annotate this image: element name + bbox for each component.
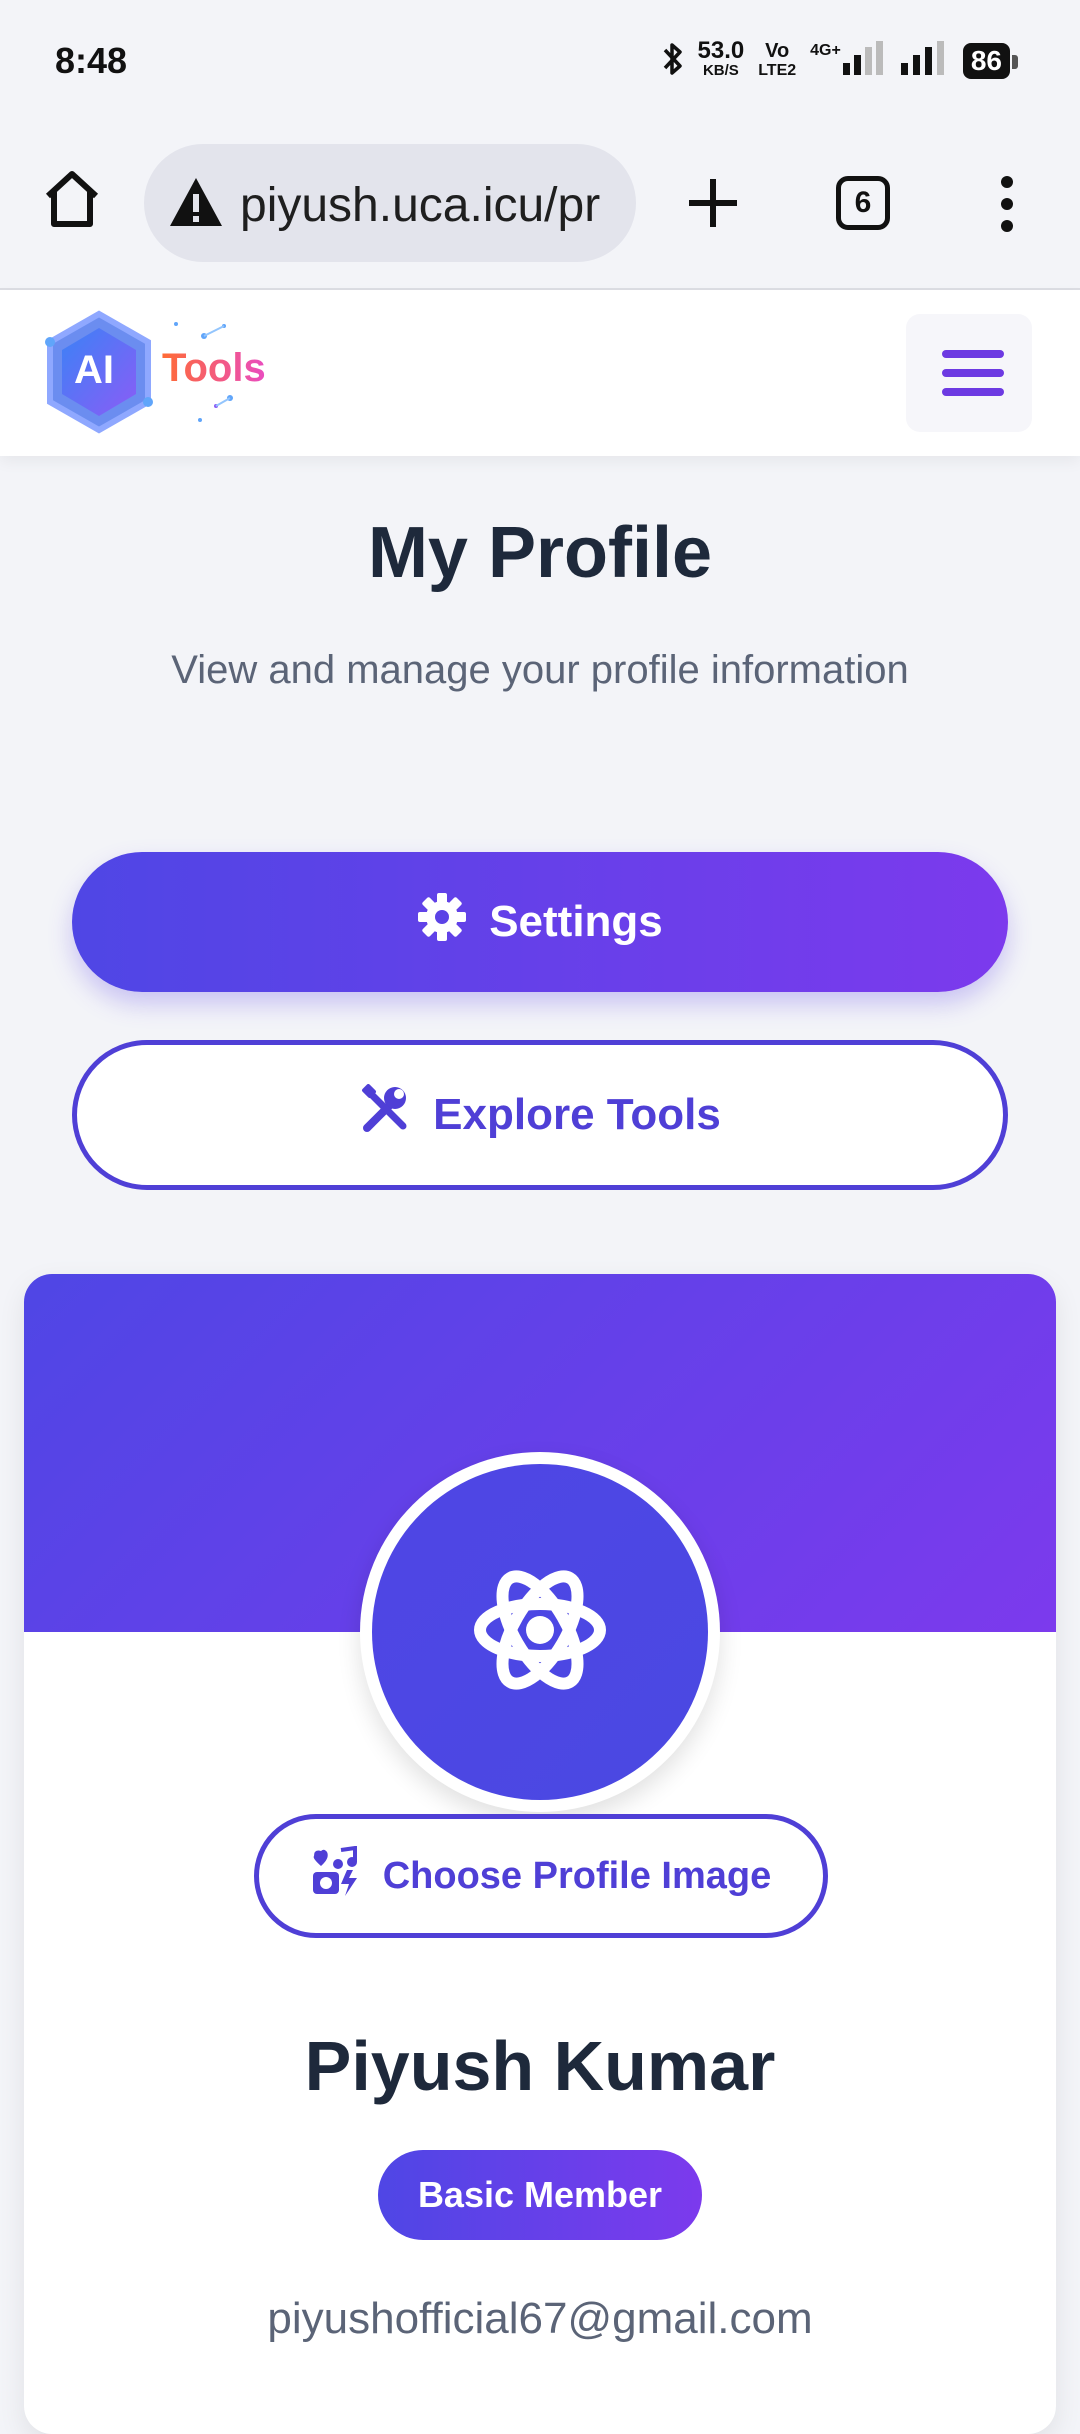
site-header: AI Tools [0,290,1080,456]
choose-profile-image-button[interactable]: Choose Profile Image [254,1814,828,1938]
plus-icon[interactable] [686,176,740,235]
browser-toolbar: piyush.uca.icu/pr 6 [0,124,1080,290]
warning-icon[interactable] [168,176,224,233]
address-bar[interactable]: piyush.uca.icu/pr [144,144,636,262]
membership-badge: Basic Member [378,2150,702,2240]
page-subtitle: View and manage your profile information [171,648,909,692]
hamburger-icon[interactable] [906,314,1032,432]
circuit-dots-icon [174,322,233,422]
settings-button[interactable]: Settings [72,852,1008,992]
avatar[interactable] [360,1452,720,1812]
status-time: 8:48 [55,40,128,81]
home-icon[interactable] [42,168,102,235]
status-bar: 8:48 53.0 KB/S Vo LTE2 4G+ 86 [0,0,1080,124]
choose-profile-image-label: Choose Profile Image [382,1854,772,1897]
explore-tools-label: Explore Tools [433,1090,721,1139]
volte-top: Vo [765,40,790,62]
bluetooth-icon [662,40,684,83]
more-icon[interactable] [998,176,1016,237]
tools-icon [359,1083,411,1147]
speed-value: 53.0 [697,37,745,64]
page-title: My Profile [367,513,713,593]
url-text[interactable]: piyush.uca.icu/pr [240,178,620,233]
settings-label: Settings [489,897,663,946]
tabs-icon[interactable]: 6 [836,176,890,230]
site-logo[interactable]: AI Tools [44,310,266,436]
status-icons: 53.0 KB/S Vo LTE2 4G+ 86 [662,36,1019,86]
menu-line [942,350,1004,358]
signal-icon [900,40,949,82]
volte-indicator: Vo LTE2 [758,41,796,81]
network-type: 4G+ [810,41,841,59]
logo-ai-text: AI [74,348,114,392]
signal-icon [842,40,887,82]
volte-bottom: LTE2 [758,62,797,79]
media-icon [311,1845,361,1906]
battery-icon: 86 [962,43,1019,79]
network-speed: 53.0 KB/S [697,37,745,81]
user-name: Piyush Kumar [304,2027,776,2105]
user-email: piyushofficial67@gmail.com [267,2294,813,2343]
gear-icon [417,892,467,953]
avatar-inner [372,1464,708,1800]
profile-card: Choose Profile Image Piyush Kumar Basic … [24,1274,1056,2434]
menu-line [942,369,1004,377]
atom-icon [470,1555,610,1710]
speed-unit: KB/S [702,62,739,79]
signal-4g: 4G+ [810,40,887,82]
menu-line [942,388,1004,396]
explore-tools-button[interactable]: Explore Tools [72,1040,1008,1190]
